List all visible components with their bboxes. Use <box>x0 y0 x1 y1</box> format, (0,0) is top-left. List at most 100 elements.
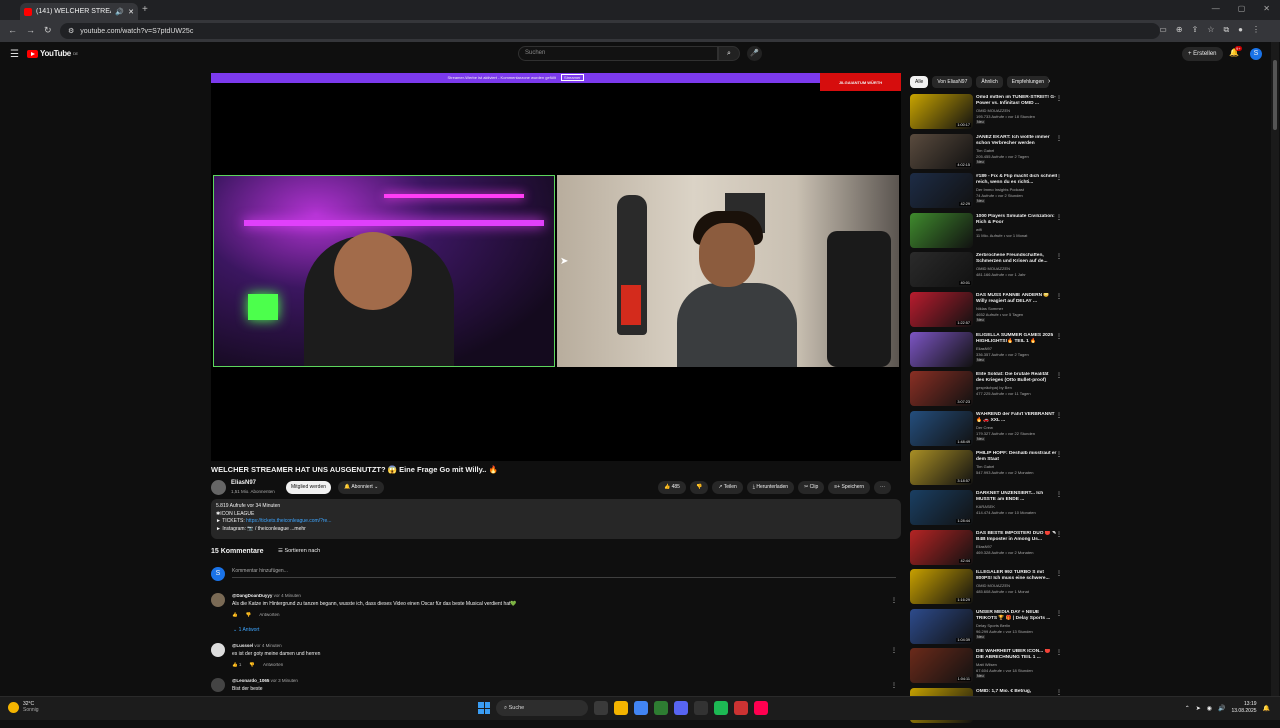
recommendation-channel[interactable]: OMID MOUAZZEN <box>976 583 1010 588</box>
video-thumbnail[interactable]: 3:07:23 <box>910 371 973 407</box>
taskbar-app-icon[interactable] <box>594 701 608 715</box>
video-thumbnail[interactable]: 1:04:39 <box>910 608 973 644</box>
new-tab-button[interactable]: + <box>142 4 148 15</box>
maximize-button[interactable]: ▢ <box>1238 4 1246 13</box>
commenter-avatar[interactable] <box>211 678 225 692</box>
show-replies-button[interactable]: ⌄ 1 Antwort <box>233 627 259 633</box>
taskbar-app-icon[interactable] <box>634 701 648 715</box>
recommendation-channel[interactable]: Der Crew <box>976 425 993 430</box>
recommendation-channel[interactable]: Niklas Sommer <box>976 306 1003 311</box>
more-actions-button[interactable]: ··· <box>874 481 892 494</box>
recommendation-item[interactable]: 1:00:17 Omid mitten im TUNER-STREIT! G-Po… <box>910 94 1070 134</box>
cast-icon[interactable]: ▭ <box>1159 25 1167 35</box>
taskbar-app-icon[interactable] <box>754 701 768 715</box>
video-thumbnail[interactable]: 1:16:29 <box>910 569 973 605</box>
chip-similar[interactable]: Ähnlich <box>976 76 1003 88</box>
recommendation-item[interactable]: 4:02:15 JANEZ EKART: Ich wollte immer sch… <box>910 133 1070 174</box>
download-button[interactable]: ⤓ Herunterladen <box>746 481 795 494</box>
recommendation-menu-icon[interactable]: ⋮ <box>1056 372 1062 379</box>
minimize-button[interactable]: — <box>1212 4 1220 13</box>
share-icon[interactable]: ⇪ <box>1192 25 1199 35</box>
recommendation-item[interactable]: 1:04:11 DIE WAHRHEIT ÜBER ICON... 🔴 DIE A… <box>910 648 1070 688</box>
taskbar-app-icon[interactable] <box>654 701 668 715</box>
channel-name[interactable]: EliasN97 <box>231 480 256 486</box>
recommendation-title[interactable]: PHILIP HOPF: Deshalb misstraut er dem St… <box>976 451 1058 463</box>
dislike-button[interactable]: 👎 <box>689 481 709 494</box>
recommendation-menu-icon[interactable]: ⋮ <box>1056 451 1062 458</box>
recommendation-title[interactable]: DIE WAHRHEIT ÜBER ICON... 🔴 DIE ABRECHNU… <box>976 649 1058 661</box>
recommendation-channel[interactable]: Matt Wilsen <box>976 662 997 667</box>
video-thumbnail[interactable]: 42:44 <box>910 529 973 565</box>
recommendation-title[interactable]: ILLEGALER 992 TURBO S mit 800PS! Ich mus… <box>976 570 1058 582</box>
recommendation-item[interactable]: 1:04:39 UNSER MEDIA DAY + NEUE TRIKOTS 🏆 … <box>910 608 1070 649</box>
search-button[interactable]: ⌕ <box>718 46 740 61</box>
close-window-button[interactable]: ✕ <box>1263 4 1270 13</box>
create-button[interactable]: + Erstellen <box>1182 47 1223 61</box>
comment-dislike-icon[interactable]: 👎 <box>249 662 255 668</box>
recommendation-menu-icon[interactable]: ⋮ <box>1056 174 1062 181</box>
join-button[interactable]: Mitglied werden <box>286 481 332 494</box>
recommendation-menu-icon[interactable]: ⋮ <box>1056 570 1062 577</box>
clip-button[interactable]: ✂ Clip <box>798 481 825 494</box>
recommendation-channel[interactable]: EliasN97 <box>976 544 992 549</box>
wifi-icon[interactable]: ◉ <box>1207 705 1212 712</box>
recommendation-menu-icon[interactable]: ⋮ <box>1056 610 1062 617</box>
recommendation-title[interactable]: Zerbrochene Freundschaften, Schmerzen un… <box>976 253 1058 265</box>
recommendation-channel[interactable]: EliasN97 <box>976 346 992 351</box>
video-thumbnail[interactable]: 4:02:15 <box>910 133 973 169</box>
back-arrow-icon[interactable]: ← <box>8 25 17 35</box>
recommendation-menu-icon[interactable]: ⋮ <box>1056 333 1062 340</box>
recommendation-item[interactable]: 42:29 #189 - Fix & Flip macht dich schnel… <box>910 173 1070 213</box>
system-clock[interactable]: 13:19 13.08.2025 <box>1231 701 1256 715</box>
extensions-icon[interactable]: ⧉ <box>1223 25 1229 35</box>
scrollbar-thumb[interactable] <box>1273 60 1277 130</box>
recommendation-item[interactable]: 1:22:57 DAS MUSS FANNIE ÄNDERN 😳 Willy re… <box>910 291 1070 332</box>
comment-like-button[interactable]: 👍 1 <box>232 662 241 668</box>
recommendation-title[interactable]: WÄHREND der Fahrt VERBRANNT 🔥 🚗 XXL ... <box>976 412 1058 424</box>
search-input[interactable]: Suchen <box>518 46 718 61</box>
share-button[interactable]: ↗ Teilen <box>712 481 743 494</box>
add-comment-input[interactable]: Kommentar hinzufügen... <box>232 568 896 578</box>
recommendation-channel[interactable]: Tim Gabel <box>976 148 994 153</box>
recommendation-channel[interactable]: wifi <box>976 227 982 232</box>
recommendation-channel[interactable]: OMID MOUAZZEN <box>976 108 1010 113</box>
recommendation-title[interactable]: DARKNET UNZENSIERT... Ich MUSSTE am ENDE… <box>976 491 1058 503</box>
video-thumbnail[interactable]: 1:00:17 <box>910 94 973 129</box>
location-icon[interactable]: ➤ <box>1196 705 1201 712</box>
recommendation-title[interactable]: #189 - Fix & Flip macht dich schnell rei… <box>976 174 1058 186</box>
close-tab-icon[interactable]: ✕ <box>128 8 134 16</box>
video-thumbnail[interactable]: 3:18:57 <box>910 450 973 486</box>
recommendation-menu-icon[interactable]: ⋮ <box>1056 135 1062 142</box>
comment-like-button[interactable]: 👍 <box>232 612 238 618</box>
video-thumbnail[interactable]: 1:48:49 <box>910 410 973 446</box>
commenter-avatar[interactable] <box>211 593 225 607</box>
recommendation-channel[interactable]: Delay Sports Berlin <box>976 623 1010 628</box>
video-thumbnail[interactable]: 1:28:44 <box>910 489 973 525</box>
video-thumbnail[interactable]: 1:04:11 <box>910 648 973 684</box>
notification-icon[interactable]: 🔔 <box>1263 705 1270 712</box>
recommendation-menu-icon[interactable]: ⋮ <box>1056 412 1062 419</box>
recommendation-channel[interactable]: KARASEK <box>976 504 995 509</box>
recommendation-channel[interactable]: OMID MOUAZZEN <box>976 266 1010 271</box>
save-button[interactable]: ≡+ Speichern <box>828 481 871 494</box>
url-bar[interactable]: ⚙ youtube.com/watch?v=S7ptdUW25c <box>60 23 1160 39</box>
reload-icon[interactable]: ↻ <box>44 25 52 36</box>
taskbar-app-icon[interactable] <box>674 701 688 715</box>
windows-start-icon[interactable] <box>478 702 490 714</box>
recommendation-menu-icon[interactable]: ⋮ <box>1056 689 1062 696</box>
taskbar-app-icon[interactable] <box>614 701 628 715</box>
recommendation-item[interactable]: 1000 Players Simulate Civilization: Rich… <box>910 212 1070 253</box>
audio-icon[interactable]: 🔊 <box>115 8 124 16</box>
recommendation-menu-icon[interactable]: ⋮ <box>1056 491 1062 498</box>
browser-tab-active[interactable]: (141) WELCHER STREAMER 🔊 ✕ <box>20 3 138 20</box>
recommendation-item[interactable]: 40:01 Zerbrochene Freundschaften, Schmerz… <box>910 252 1070 292</box>
sort-comments-button[interactable]: ☰ Sortieren nach <box>278 548 320 554</box>
chip-recommendations[interactable]: Empfehlungen <box>1006 76 1050 88</box>
subscribed-button[interactable]: 🔔 Abonniert ⌄ <box>338 481 385 494</box>
recommendation-menu-icon[interactable]: ⋮ <box>1056 649 1062 656</box>
recommendation-title[interactable]: DAS MUSS FANNIE ÄNDERN 😳 Willy reagiert … <box>976 293 1058 305</box>
comment-dislike-icon[interactable]: 👎 <box>246 612 252 618</box>
recommendation-item[interactable]: 1:48:49 WÄHREND der Fahrt VERBRANNT 🔥 🚗 X… <box>910 410 1070 451</box>
recommendation-channel[interactable]: Tim Gabel <box>976 464 994 469</box>
chip-from-channel[interactable]: Von EliasN97 <box>932 76 973 88</box>
